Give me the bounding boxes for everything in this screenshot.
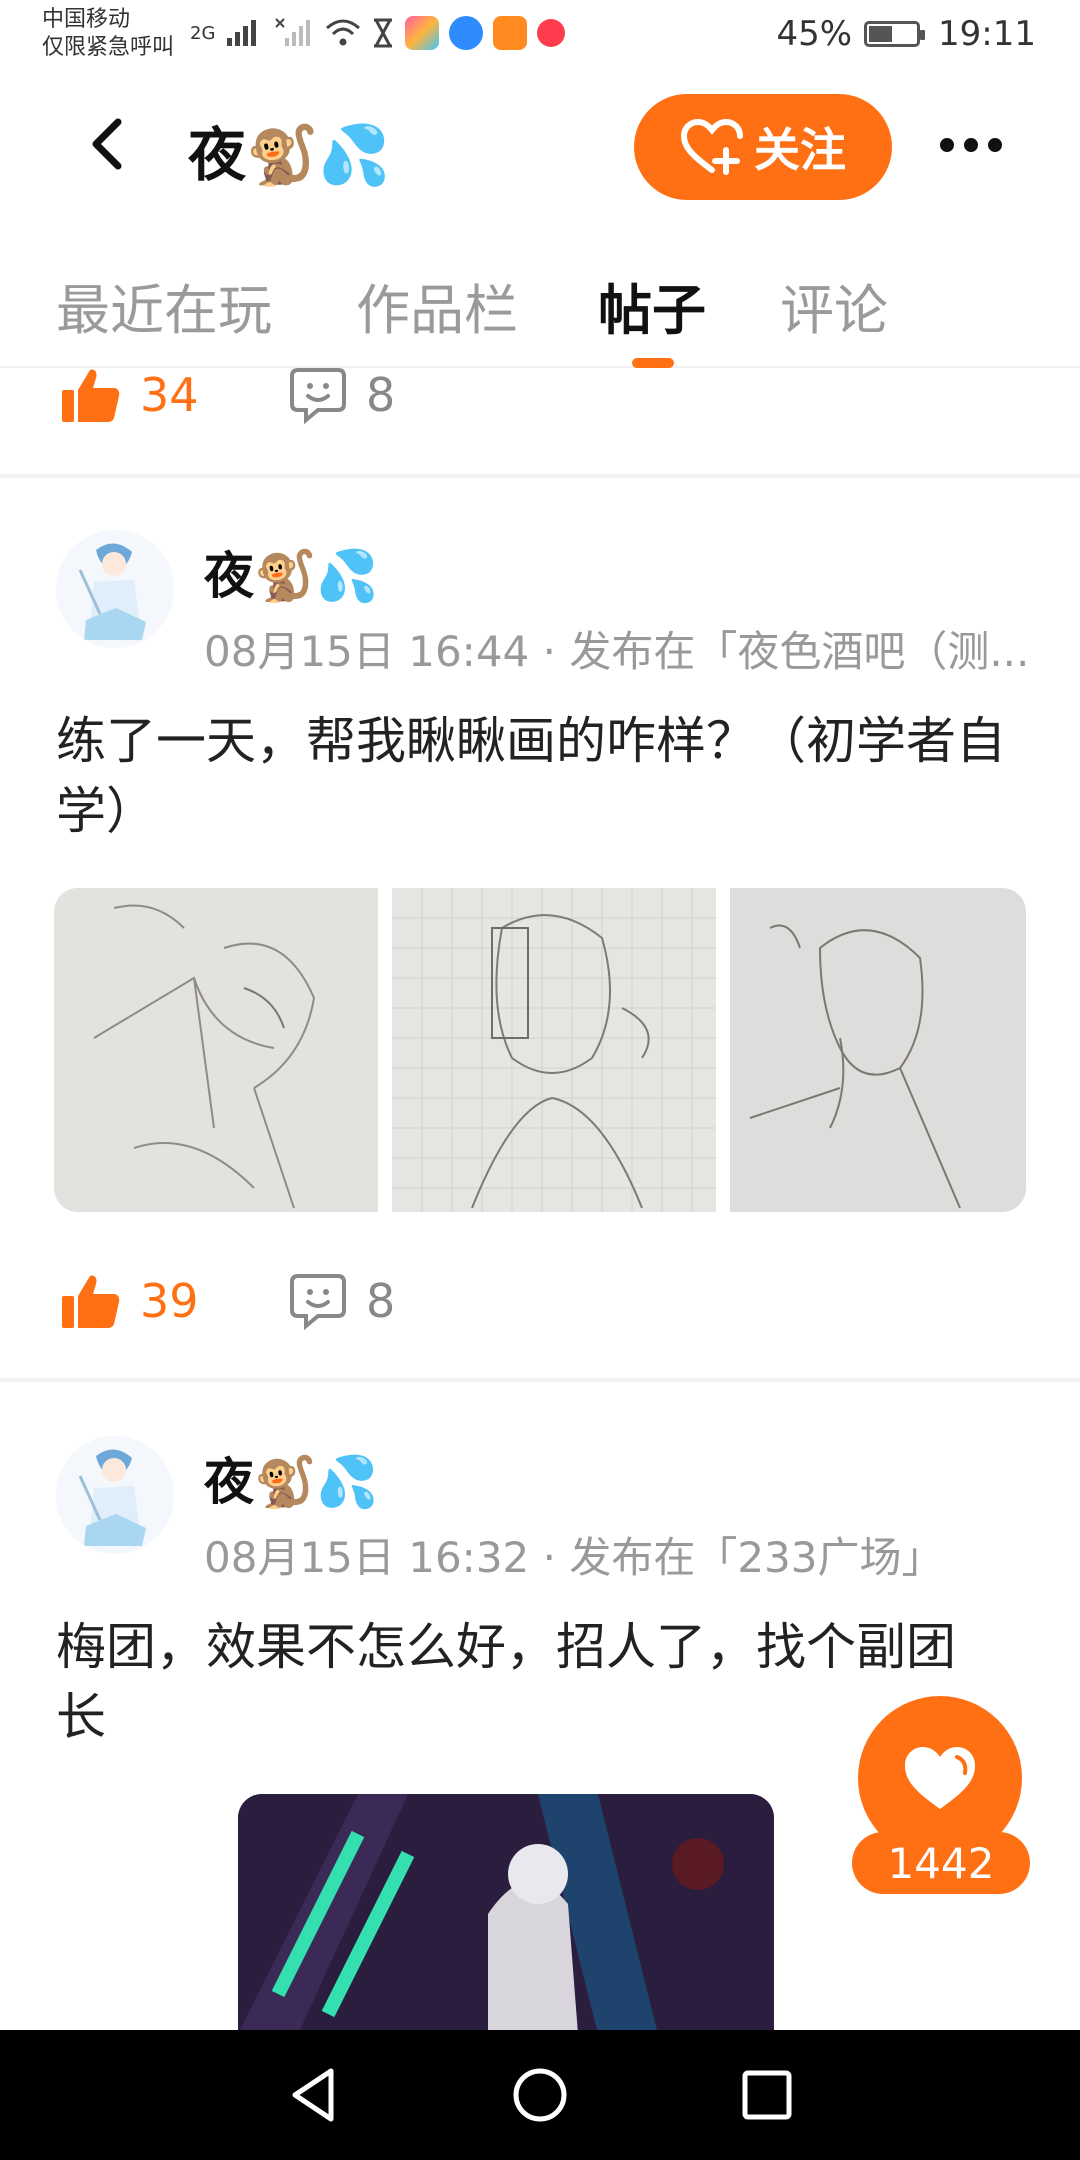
post-meta: 08月15日 16:32 · 发布在「233广场」 [204,1533,944,1582]
profile-tabs: 最近在玩 作品栏 帖子 评论 [0,258,1080,368]
status-bar: 中国移动 仅限紧急呼叫 2G 45% 19:11 [0,0,1080,72]
post-thumbnail[interactable] [730,888,1026,1212]
comment-button[interactable]: 8 [288,1272,395,1330]
signal-icon [227,20,257,46]
back-button[interactable] [82,116,132,172]
avatar[interactable] [56,530,174,648]
wifi-icon [326,19,361,46]
clock: 19:11 [938,14,1036,54]
post-text[interactable]: 梅团，效果不怎么好，招人了，找个副团 长 [56,1612,1006,1752]
sketch-image [392,888,716,1212]
profile-header: 夜🐒💦 关注 [0,86,1080,206]
app-notification-icon [405,16,440,50]
post-thumbnail[interactable] [392,888,716,1212]
music-notification-icon [537,19,566,47]
sketch-image [54,888,378,1212]
more-options-button[interactable] [940,138,1002,152]
post-image-gallery [54,888,1026,1212]
comment-icon [290,368,346,424]
tab-posts[interactable]: 帖子 [598,266,706,345]
thumbs-up-icon [62,369,120,422]
heart-plus-icon [680,118,743,175]
carrier-status: 仅限紧急呼叫 [42,35,175,60]
dot-icon [988,138,1002,152]
page-title: 夜🐒💦 [188,121,391,189]
like-count: 39 [140,1274,199,1328]
comment-count: 8 [366,368,396,422]
floating-like-count[interactable]: 1442 [852,1832,1030,1894]
post-stats: 39 8 [60,1272,395,1330]
post-divider [0,474,1080,478]
thumbs-up-icon [62,1275,120,1328]
like-button[interactable]: 39 [60,1272,288,1330]
post-text[interactable]: 练了一天，帮我瞅瞅画的咋样？（初学者自学） [56,706,1036,846]
home-circle-icon[interactable] [510,2065,570,2125]
avatar-image [56,1436,174,1554]
post-author[interactable]: 夜🐒💦 [204,1442,379,1514]
dot-icon [940,138,954,152]
post-author[interactable]: 夜🐒💦 [204,536,379,608]
comment-button[interactable]: 8 [288,366,395,424]
like-button[interactable]: 34 [60,366,288,424]
follow-label: 关注 [754,123,846,177]
battery-percent: 45% [776,14,853,54]
no-signal-icon [275,18,311,46]
video-notification-icon [493,16,528,50]
avatar-image [56,530,174,648]
chevron-left-icon [92,118,122,170]
post-thumbnail[interactable] [54,888,378,1212]
tab-recently-played[interactable]: 最近在玩 [56,266,272,345]
battery-icon [864,21,926,47]
tab-works[interactable]: 作品栏 [356,266,518,345]
heart-icon [905,1747,975,1809]
carrier-name: 中国移动 [42,7,131,32]
comment-count: 8 [366,1274,396,1328]
recents-square-icon[interactable] [739,2067,795,2123]
network-type: 2G [190,22,216,44]
carrier-info: 中国移动 仅限紧急呼叫 [42,6,174,62]
system-nav-bar [0,2030,1080,2160]
tab-comments[interactable]: 评论 [780,266,888,345]
like-count: 34 [140,368,199,422]
dot-icon [964,138,978,152]
sketch-image [730,888,1026,1212]
browser-notification-icon [449,16,484,50]
post-image[interactable] [238,1794,774,2034]
status-right: 45% 19:11 [776,14,1036,54]
post-divider [0,1378,1080,1382]
post-meta: 08月15日 16:44 · 发布在「夜色酒吧（测... [204,627,1030,676]
game-screenshot [238,1794,774,2034]
status-icons: 2G [190,16,566,50]
follow-button[interactable]: 关注 [634,94,892,200]
avatar[interactable] [56,1436,174,1554]
comment-icon [290,1274,346,1330]
active-tab-indicator [632,358,674,368]
back-triangle-icon[interactable] [285,2065,341,2125]
hourglass-icon [374,18,393,48]
post-stats: 34 8 [60,366,395,424]
